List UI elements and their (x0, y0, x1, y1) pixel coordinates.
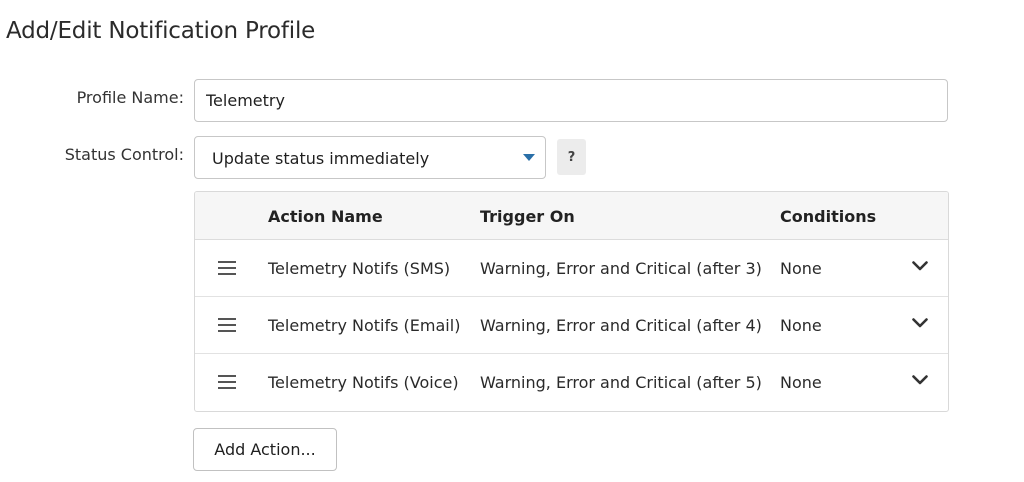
column-header-trigger-on: Trigger On (480, 207, 575, 226)
chevron-down-icon[interactable] (912, 317, 928, 329)
page-title: Add/Edit Notification Profile (6, 18, 316, 44)
profile-name-label: Profile Name: (76, 88, 184, 107)
chevron-down-icon[interactable] (912, 374, 928, 386)
caret-down-icon (523, 154, 535, 161)
status-control-label: Status Control: (64, 145, 184, 164)
column-header-conditions: Conditions (780, 207, 877, 226)
help-button[interactable]: ? (557, 139, 586, 175)
drag-handle-icon[interactable] (218, 318, 236, 332)
trigger-on-cell: Warning, Error and Critical (after 5) (480, 373, 762, 392)
conditions-cell: None (780, 316, 822, 335)
action-name-cell: Telemetry Notifs (SMS) (268, 259, 451, 278)
status-control-select[interactable]: Update status immediately (194, 136, 546, 179)
table-row: Telemetry Notifs (Email) Warning, Error … (195, 297, 948, 354)
column-header-action-name: Action Name (268, 207, 383, 226)
trigger-on-cell: Warning, Error and Critical (after 3) (480, 259, 762, 278)
add-action-button[interactable]: Add Action... (193, 428, 337, 471)
drag-handle-icon[interactable] (218, 261, 236, 275)
profile-name-input[interactable] (194, 79, 948, 122)
notification-profile-page: Add/Edit Notification Profile Profile Na… (0, 0, 1024, 482)
conditions-cell: None (780, 373, 822, 392)
table-row: Telemetry Notifs (Voice) Warning, Error … (195, 354, 948, 411)
action-name-cell: Telemetry Notifs (Email) (268, 316, 461, 335)
actions-table-header: Action Name Trigger On Conditions (195, 192, 948, 240)
drag-handle-icon[interactable] (218, 375, 236, 389)
conditions-cell: None (780, 259, 822, 278)
action-name-cell: Telemetry Notifs (Voice) (268, 373, 459, 392)
trigger-on-cell: Warning, Error and Critical (after 4) (480, 316, 762, 335)
table-row: Telemetry Notifs (SMS) Warning, Error an… (195, 240, 948, 297)
actions-table: Action Name Trigger On Conditions Teleme… (194, 191, 949, 412)
status-control-selected-value: Update status immediately (212, 149, 430, 168)
chevron-down-icon[interactable] (912, 260, 928, 272)
